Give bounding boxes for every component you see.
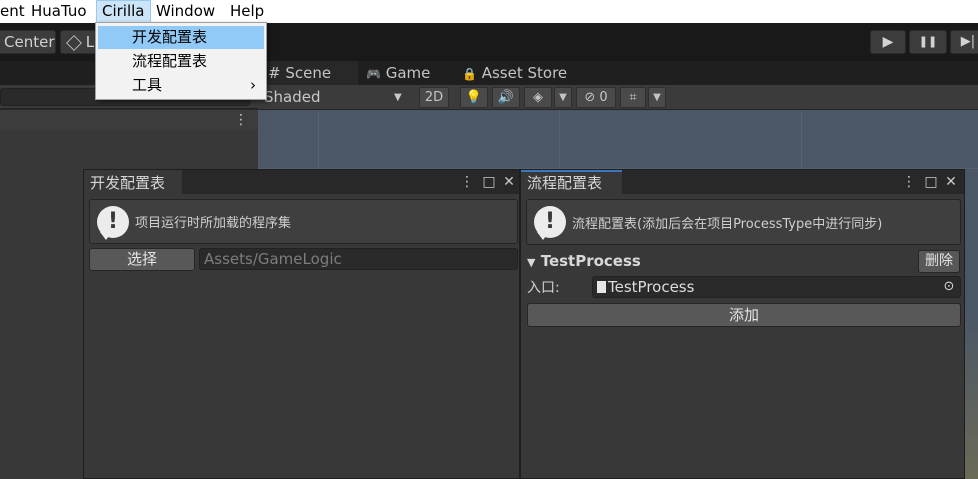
add-process-button[interactable]: 添加 <box>527 303 961 327</box>
menu-item-tools[interactable]: 工具 › <box>98 74 264 97</box>
scene-tabbar: # Scene 🎮 Game 🔒 Asset Store <box>258 61 978 85</box>
flow-config-helpbox: ! 流程配置表(添加后会在项目ProcessType中进行同步) <box>526 199 961 245</box>
flow-config-help-text: 流程配置表(添加后会在项目ProcessType中进行同步) <box>572 216 883 232</box>
assembly-path-text: Assets/GameLogic <box>204 250 342 268</box>
entry-label: 入口: <box>527 280 560 296</box>
menu-huatuo[interactable]: HuaTuo <box>31 0 87 23</box>
assembly-path-field[interactable]: Assets/GameLogic <box>199 248 518 270</box>
hierarchy-scene-header: ⋮ <box>0 110 258 130</box>
tab-scene-label: Scene <box>285 64 332 82</box>
play-button[interactable]: ▶ <box>870 30 906 54</box>
menu-component[interactable]: ent <box>0 0 25 23</box>
hidden-objects-toggle[interactable]: ⊘ 0 <box>576 87 616 108</box>
lightbulb-icon: 💡 <box>465 90 483 105</box>
layers-label: L <box>85 33 95 51</box>
hidden-count: 0 <box>599 90 608 105</box>
process-foldout[interactable]: ▼ TestProcess <box>527 251 641 271</box>
hierarchy-more-icon[interactable]: ⋮ <box>234 110 248 130</box>
more-options-icon[interactable]: ⋮ <box>459 173 475 191</box>
menu-item-dev-config-label: 开发配置表 <box>132 28 208 46</box>
gizmos-dropdown-button[interactable]: ▼ <box>648 87 666 108</box>
tab-flow-config[interactable]: 流程配置表 <box>521 170 622 194</box>
tab-asset-store[interactable]: 🔒 Asset Store <box>462 61 567 85</box>
cirilla-dropdown-menu: 开发配置表 流程配置表 工具 › <box>95 22 267 100</box>
toggle-2d-button[interactable]: 2D <box>419 87 449 108</box>
scene-toolbar: Shaded ▼ 2D 💡 🔊 ◈ ▼ ⊘ 0 ⌗ ▼ <box>258 85 978 110</box>
object-picker-icon[interactable]: ⊙ <box>941 277 957 297</box>
shading-mode-dropdown[interactable]: Shaded ▼ <box>264 85 408 110</box>
pause-button[interactable]: ❚❚ <box>909 30 947 54</box>
pivot-center-label: Center <box>4 33 55 51</box>
toggle-2d-label: 2D <box>424 90 444 105</box>
chevron-down-icon: ▼ <box>559 92 567 103</box>
tab-game-label: Game <box>385 64 431 82</box>
menu-help[interactable]: Help <box>230 0 264 23</box>
close-icon[interactable]: ✕ <box>501 173 517 191</box>
info-icon: ! <box>534 206 566 238</box>
info-icon: ! <box>97 206 129 238</box>
menu-item-dev-config[interactable]: 开发配置表 <box>98 26 264 49</box>
dev-config-window: 开发配置表 ⋮ □ ✕ ! 项目运行时所加载的程序集 选择 Assets/Gam… <box>83 169 520 479</box>
flow-config-tab-title: 流程配置表 <box>527 174 603 192</box>
play-icon: ▶ <box>882 34 894 50</box>
pivot-center-button[interactable]: Center <box>0 30 56 54</box>
dev-config-tab-title: 开发配置表 <box>90 174 166 192</box>
chevron-down-icon: ▼ <box>653 92 661 103</box>
eye-off-icon: ⊘ <box>584 90 596 105</box>
grid-snap-icon: ⌗ <box>629 90 637 105</box>
tab-game[interactable]: 🎮 Game <box>366 61 430 85</box>
maximize-icon[interactable]: □ <box>923 173 939 191</box>
process-name: TestProcess <box>540 252 641 270</box>
entry-object-value: TestProcess <box>608 278 695 296</box>
menu-window[interactable]: Window <box>156 0 215 23</box>
flow-config-tabbar: 流程配置表 ⋮ □ ✕ <box>521 170 964 194</box>
more-options-icon[interactable]: ⋮ <box>901 173 917 191</box>
tab-dev-config[interactable]: 开发配置表 <box>84 170 182 194</box>
cube-icon <box>66 34 82 51</box>
effects-dropdown-button[interactable]: ▼ <box>554 87 572 108</box>
close-icon[interactable]: ✕ <box>943 173 959 191</box>
dev-config-help-text: 项目运行时所加载的程序集 <box>135 216 292 231</box>
shading-mode-label: Shaded <box>264 88 321 106</box>
effects-toggle-button[interactable]: ◈ <box>524 87 552 108</box>
shopping-bag-icon: 🔒 <box>462 67 477 81</box>
menu-item-flow-config-label: 流程配置表 <box>132 52 208 70</box>
dev-config-tabbar: 开发配置表 ⋮ □ ✕ <box>84 170 519 194</box>
maximize-icon[interactable]: □ <box>481 173 497 191</box>
chevron-down-icon: ▼ <box>394 92 402 103</box>
script-file-icon <box>597 281 606 293</box>
tab-asset-store-label: Asset Store <box>481 64 568 82</box>
tab-scene[interactable]: # Scene <box>258 61 358 85</box>
step-button[interactable]: ▶| <box>950 30 978 54</box>
layers-button[interactable]: L <box>60 30 100 54</box>
menu-cirilla[interactable]: Cirilla <box>96 0 151 23</box>
select-button-label: 选择 <box>126 250 157 268</box>
foldout-arrow-icon: ▼ <box>527 256 536 269</box>
menu-item-tools-label: 工具 <box>132 76 163 94</box>
entry-object-field[interactable]: TestProcess ⊙ <box>592 276 961 298</box>
add-button-label: 添加 <box>728 306 759 324</box>
dev-config-helpbox: ! 项目运行时所加载的程序集 <box>89 199 518 244</box>
submenu-arrow-icon: › <box>250 76 256 94</box>
audio-toggle-button[interactable]: 🔊 <box>492 87 520 108</box>
gizmos-grid-button[interactable]: ⌗ <box>620 87 646 108</box>
delete-button-label: 删除 <box>925 253 953 269</box>
select-assembly-button[interactable]: 选择 <box>89 248 195 271</box>
delete-process-button[interactable]: 删除 <box>918 250 960 273</box>
lighting-toggle-button[interactable]: 💡 <box>460 87 488 108</box>
pause-icon: ❚❚ <box>918 35 938 48</box>
flow-config-window: 流程配置表 ⋮ □ ✕ ! 流程配置表(添加后会在项目ProcessType中进… <box>520 169 965 479</box>
menu-bar: ent HuaTuo Cirilla Window Help <box>0 0 978 23</box>
gamepad-icon: 🎮 <box>366 67 381 81</box>
speaker-icon: 🔊 <box>497 90 515 105</box>
menu-item-flow-config[interactable]: 流程配置表 <box>98 50 264 73</box>
layers-icon: ◈ <box>533 90 543 105</box>
step-icon: ▶| <box>960 34 976 49</box>
grid-icon: # <box>268 64 281 82</box>
